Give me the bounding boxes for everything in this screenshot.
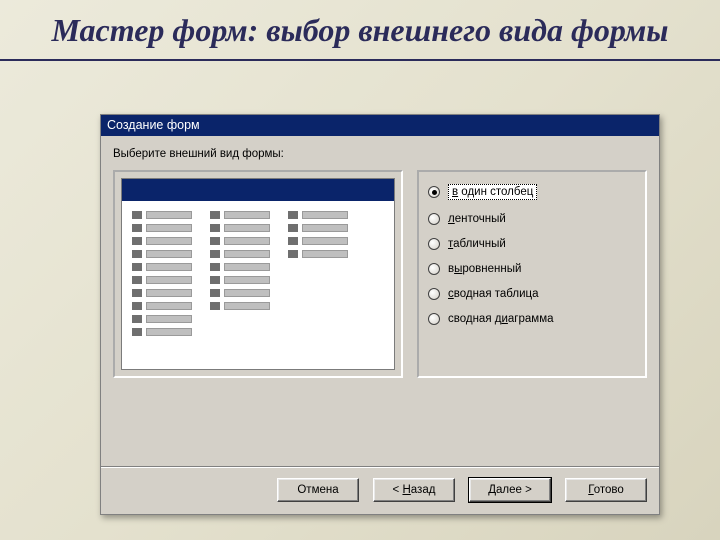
preview-column — [288, 211, 348, 336]
radio-icon — [428, 263, 440, 275]
preview-column — [132, 211, 192, 336]
radio-icon — [428, 238, 440, 250]
radio-icon — [428, 288, 440, 300]
radio-pivot-chart[interactable]: сводная диаграмма — [422, 307, 642, 332]
radio-icon — [428, 313, 440, 325]
radio-tabular-ribbon[interactable]: ленточный — [422, 207, 642, 232]
radio-label: в один столбец — [448, 184, 537, 200]
instruction-text: Выберите внешний вид формы: — [113, 148, 647, 160]
radio-icon — [428, 186, 440, 198]
radio-columnar[interactable]: в один столбец — [422, 178, 642, 207]
title-divider — [0, 59, 720, 61]
form-wizard-dialog: Создание форм Выберите внешний вид формы… — [100, 114, 660, 515]
preview-column — [210, 211, 270, 336]
radio-label: сводная диаграмма — [448, 313, 554, 325]
back-button[interactable]: < Назад — [373, 478, 455, 502]
radio-datasheet[interactable]: табличный — [422, 232, 642, 257]
button-separator — [101, 466, 659, 468]
button-row: Отмена < Назад Далее > Готово — [101, 478, 659, 514]
dialog-titlebar: Создание форм — [101, 115, 659, 136]
radio-pivot-table[interactable]: сводная таблица — [422, 282, 642, 307]
layout-preview-panel — [113, 170, 403, 378]
radio-justified[interactable]: выровненный — [422, 257, 642, 282]
radio-label: ленточный — [448, 213, 506, 225]
radio-icon — [428, 213, 440, 225]
cancel-button[interactable]: Отмена — [277, 478, 359, 502]
layout-preview-window — [121, 178, 395, 370]
finish-button[interactable]: Готово — [565, 478, 647, 502]
slide-title: Мастер форм: выбор внешнего вида формы — [0, 0, 720, 55]
preview-titlebar — [122, 179, 394, 201]
next-button[interactable]: Далее > — [469, 478, 551, 502]
layout-options-group: в один столбец ленточный табличный выров… — [417, 170, 647, 378]
radio-label: сводная таблица — [448, 288, 538, 300]
radio-label: выровненный — [448, 263, 521, 275]
preview-body — [122, 201, 394, 369]
radio-label: табличный — [448, 238, 506, 250]
